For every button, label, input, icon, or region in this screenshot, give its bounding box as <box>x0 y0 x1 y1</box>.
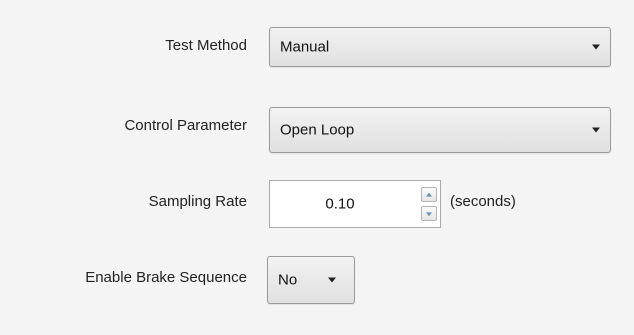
sampling-rate-label: Sampling Rate <box>148 193 247 210</box>
control-parameter-dropdown[interactable]: Open Loop <box>269 107 611 153</box>
chevron-down-icon <box>592 44 600 50</box>
sampling-rate-input[interactable]: 0.10 <box>270 196 410 213</box>
spin-down-button[interactable] <box>421 206 437 221</box>
chevron-down-icon <box>592 127 600 133</box>
settings-panel: Test Method Manual Control Parameter Ope… <box>0 0 634 335</box>
spin-up-button[interactable] <box>421 187 437 202</box>
control-parameter-value: Open Loop <box>280 121 355 139</box>
arrow-down-icon <box>426 211 432 216</box>
chevron-down-icon <box>328 277 336 283</box>
enable-brake-sequence-label: Enable Brake Sequence <box>85 269 247 286</box>
arrow-up-icon <box>426 192 432 197</box>
sampling-rate-units: (seconds) <box>450 193 516 210</box>
test-method-label: Test Method <box>165 37 247 54</box>
sampling-rate-stepper[interactable]: 0.10 <box>269 180 441 228</box>
test-method-value: Manual <box>280 38 330 56</box>
test-method-dropdown[interactable]: Manual <box>269 27 611 67</box>
control-parameter-label: Control Parameter <box>124 117 247 134</box>
enable-brake-sequence-dropdown[interactable]: No <box>267 256 355 304</box>
enable-brake-sequence-value: No <box>278 271 298 289</box>
